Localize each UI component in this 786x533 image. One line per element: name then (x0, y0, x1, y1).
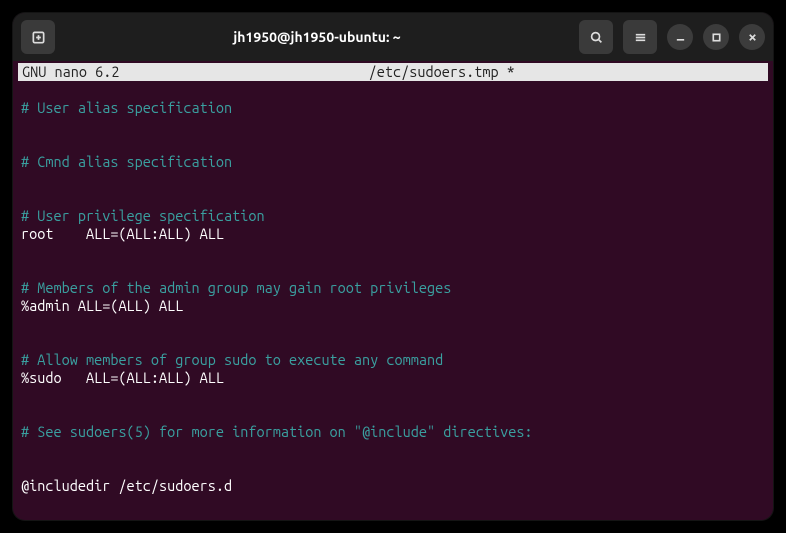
rule-line: %sudo ALL=(ALL:ALL) ALL (21, 369, 224, 386)
nano-header: GNU nano 6.2 /etc/sudoers.tmp * (18, 63, 768, 81)
search-button[interactable] (579, 20, 613, 54)
terminal-window: jh1950@jh1950-ubuntu: ~ GNU nano 6.2 /et… (13, 13, 773, 520)
editor-content[interactable]: # User alias specification # Cmnd alias … (19, 81, 767, 520)
nano-filename: /etc/sudoers.tmp * (119, 63, 764, 81)
nano-app-name: GNU nano 6.2 (22, 63, 119, 81)
comment-line: # Allow members of group sudo to execute… (21, 351, 443, 368)
rule-line: root ALL=(ALL:ALL) ALL (21, 225, 224, 242)
maximize-button[interactable] (703, 24, 729, 50)
close-button[interactable] (739, 24, 765, 50)
window-title: jh1950@jh1950-ubuntu: ~ (63, 29, 571, 45)
terminal-body[interactable]: GNU nano 6.2 /etc/sudoers.tmp * # User a… (13, 61, 773, 520)
titlebar: jh1950@jh1950-ubuntu: ~ (13, 13, 773, 61)
comment-line: # User privilege specification (21, 207, 265, 224)
comment-line: # Cmnd alias specification (21, 153, 232, 170)
menu-button[interactable] (623, 20, 657, 54)
comment-line: # User alias specification (21, 99, 232, 116)
rule-line: %admin ALL=(ALL) ALL (21, 297, 183, 314)
minimize-button[interactable] (667, 24, 693, 50)
rule-line: @includedir /etc/sudoers.d (21, 477, 232, 494)
comment-line: # Members of the admin group may gain ro… (21, 279, 451, 296)
comment-line: # See sudoers(5) for more information on… (21, 423, 533, 440)
new-tab-button[interactable] (21, 20, 55, 54)
